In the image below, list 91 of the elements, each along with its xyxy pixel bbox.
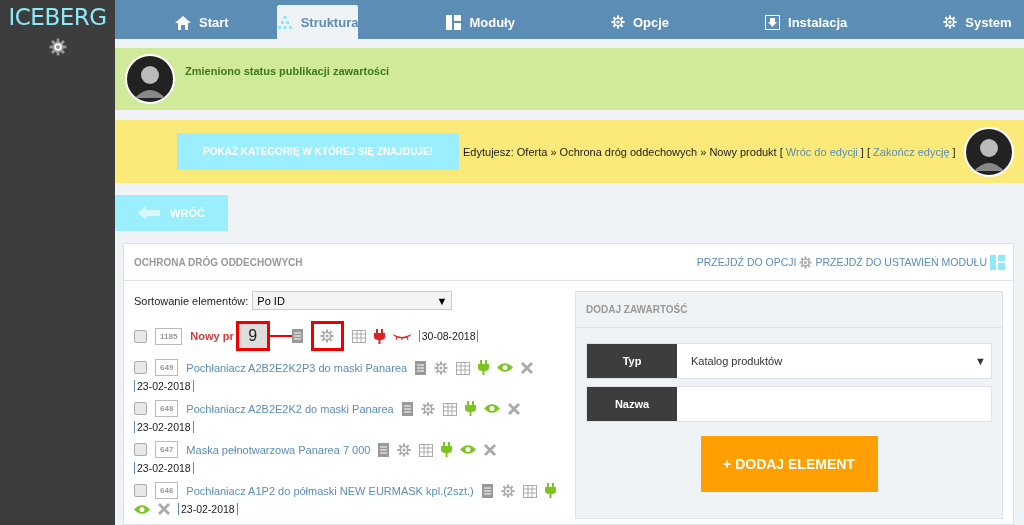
calendar-icon[interactable] — [419, 442, 434, 457]
gear-icon — [610, 15, 625, 29]
checkbox[interactable] — [134, 402, 147, 415]
gear-icon — [420, 401, 435, 416]
tab-label: Start — [199, 14, 229, 30]
calendar-icon[interactable] — [522, 483, 537, 498]
plug-icon[interactable] — [373, 328, 385, 344]
plug-icon[interactable] — [478, 360, 490, 375]
layout-icon — [446, 14, 462, 30]
nav-tab[interactable]: System — [895, 5, 1024, 39]
nav-tab[interactable]: Moduły — [398, 5, 563, 39]
document-icon[interactable] — [291, 329, 303, 343]
tab-label: System — [965, 14, 1012, 30]
gear-icon — [943, 15, 958, 29]
pyramid-icon — [276, 15, 293, 29]
document-icon[interactable] — [401, 401, 413, 416]
type-select[interactable]: Typ Katalog produktów ▼ — [586, 343, 992, 379]
tab-label: Opcje — [632, 14, 670, 30]
close-icon[interactable] — [507, 402, 520, 415]
eye-icon[interactable] — [483, 403, 500, 414]
plug-icon[interactable] — [441, 442, 453, 457]
item-date: 23-02-2018 — [134, 421, 194, 433]
item-date: 30-08-2018 — [418, 330, 479, 342]
tab-label: Moduły — [469, 14, 515, 30]
settings-icon — [48, 38, 67, 56]
item-title[interactable]: Pochłaniacz A1P2 do półmaski NEW EURMASK kpl.(2szt.) — [186, 484, 474, 497]
item-title[interactable]: Nowy pr — [190, 330, 234, 342]
item-title[interactable]: Maska pełnotwarzowa Panarea 7 000 — [186, 443, 371, 456]
gear-icon — [799, 255, 813, 269]
nav-tab[interactable]: Opcje — [562, 5, 718, 39]
gear-icon — [397, 442, 412, 457]
item-id: 649 — [155, 359, 179, 376]
finish-edit-link[interactable]: Zakończ edycję — [873, 145, 950, 158]
item-id: 646 — [155, 482, 179, 499]
add-content-title: DODAJ ZAWARTOŚĆ — [586, 304, 688, 315]
close-icon[interactable] — [158, 503, 170, 515]
item-id: 647 — [155, 441, 179, 458]
closed-eye-icon[interactable] — [392, 332, 411, 340]
gear-icon — [320, 329, 335, 343]
item-date: 23-02-2018 — [134, 380, 194, 392]
gear-icon — [500, 483, 515, 498]
item-title[interactable]: Pochłaniacz A2B2E2K2 do maski Panarea — [186, 402, 394, 415]
add-element-button[interactable]: + DODAJ ELEMENT — [700, 436, 878, 492]
name-field[interactable]: Nazwa — [586, 386, 992, 422]
checkbox[interactable] — [134, 484, 147, 497]
eye-icon[interactable] — [460, 444, 477, 455]
checkbox[interactable] — [134, 329, 147, 343]
eye-icon[interactable] — [134, 503, 150, 515]
download-icon — [765, 14, 781, 30]
caret-icon: ▼ — [975, 355, 986, 367]
back-to-edit-link[interactable]: Wróc do edycji — [785, 145, 858, 158]
callout-label: 9 — [235, 321, 270, 351]
document-icon[interactable] — [415, 360, 427, 375]
tab-label: Struktura — [300, 14, 359, 30]
item-id: 1185 — [155, 327, 183, 345]
item-title[interactable]: Pochłaniacz A2B2E2K2P3 do maski Panarea — [186, 361, 408, 374]
close-icon[interactable] — [521, 361, 534, 374]
leader-line — [269, 335, 292, 337]
avatar — [125, 54, 175, 104]
nav-tab[interactable]: Instalacja — [717, 5, 896, 39]
panel-title: OCHRONA DRÓG ODDECHOWYCH — [134, 256, 303, 268]
home-icon — [175, 14, 191, 30]
arrow-left-icon — [138, 206, 161, 220]
nav-tab[interactable]: Struktura — [276, 5, 359, 39]
layout-icon — [990, 254, 1005, 270]
sort-label: Sortowanie elementów: — [134, 294, 249, 307]
eye-icon[interactable] — [497, 362, 514, 373]
item-date: 23-02-2018 — [134, 462, 194, 474]
sort-select[interactable]: Po ID ▼ — [252, 291, 453, 310]
module-settings-link[interactable]: PRZEJDŹ DO USTAWIEŃ MODUŁU — [815, 256, 987, 268]
tab-label: Instalacja — [788, 14, 848, 30]
breadcrumb: Edytujesz: Oferta » Ochrona dróg oddechowych » Nowy produkt [ Wróc do edycji ] [ Zakończ edycję ] — [463, 145, 957, 158]
calendar-icon[interactable] — [442, 401, 457, 416]
avatar — [964, 126, 1014, 177]
brand-logo: ICEBERG — [8, 4, 107, 30]
caret-icon: ▼ — [436, 294, 448, 307]
options-link[interactable]: PRZEJDŹ DO OPCJI — [696, 256, 797, 268]
item-date: 23-02-2018 — [178, 503, 238, 515]
plug-icon[interactable] — [464, 401, 476, 416]
item-id: 648 — [155, 400, 179, 417]
close-icon[interactable] — [484, 443, 497, 456]
document-icon[interactable] — [378, 442, 390, 457]
notice-message: Zmieniono status publikacji zawartości — [185, 65, 390, 77]
calendar-icon[interactable] — [351, 329, 366, 343]
gear-icon — [434, 360, 449, 375]
document-icon[interactable] — [481, 483, 493, 498]
checkbox[interactable] — [134, 443, 147, 456]
checkbox[interactable] — [134, 361, 147, 374]
plug-icon[interactable] — [544, 483, 556, 498]
nav-tab[interactable]: Start — [127, 5, 277, 39]
calendar-icon[interactable] — [456, 360, 471, 375]
